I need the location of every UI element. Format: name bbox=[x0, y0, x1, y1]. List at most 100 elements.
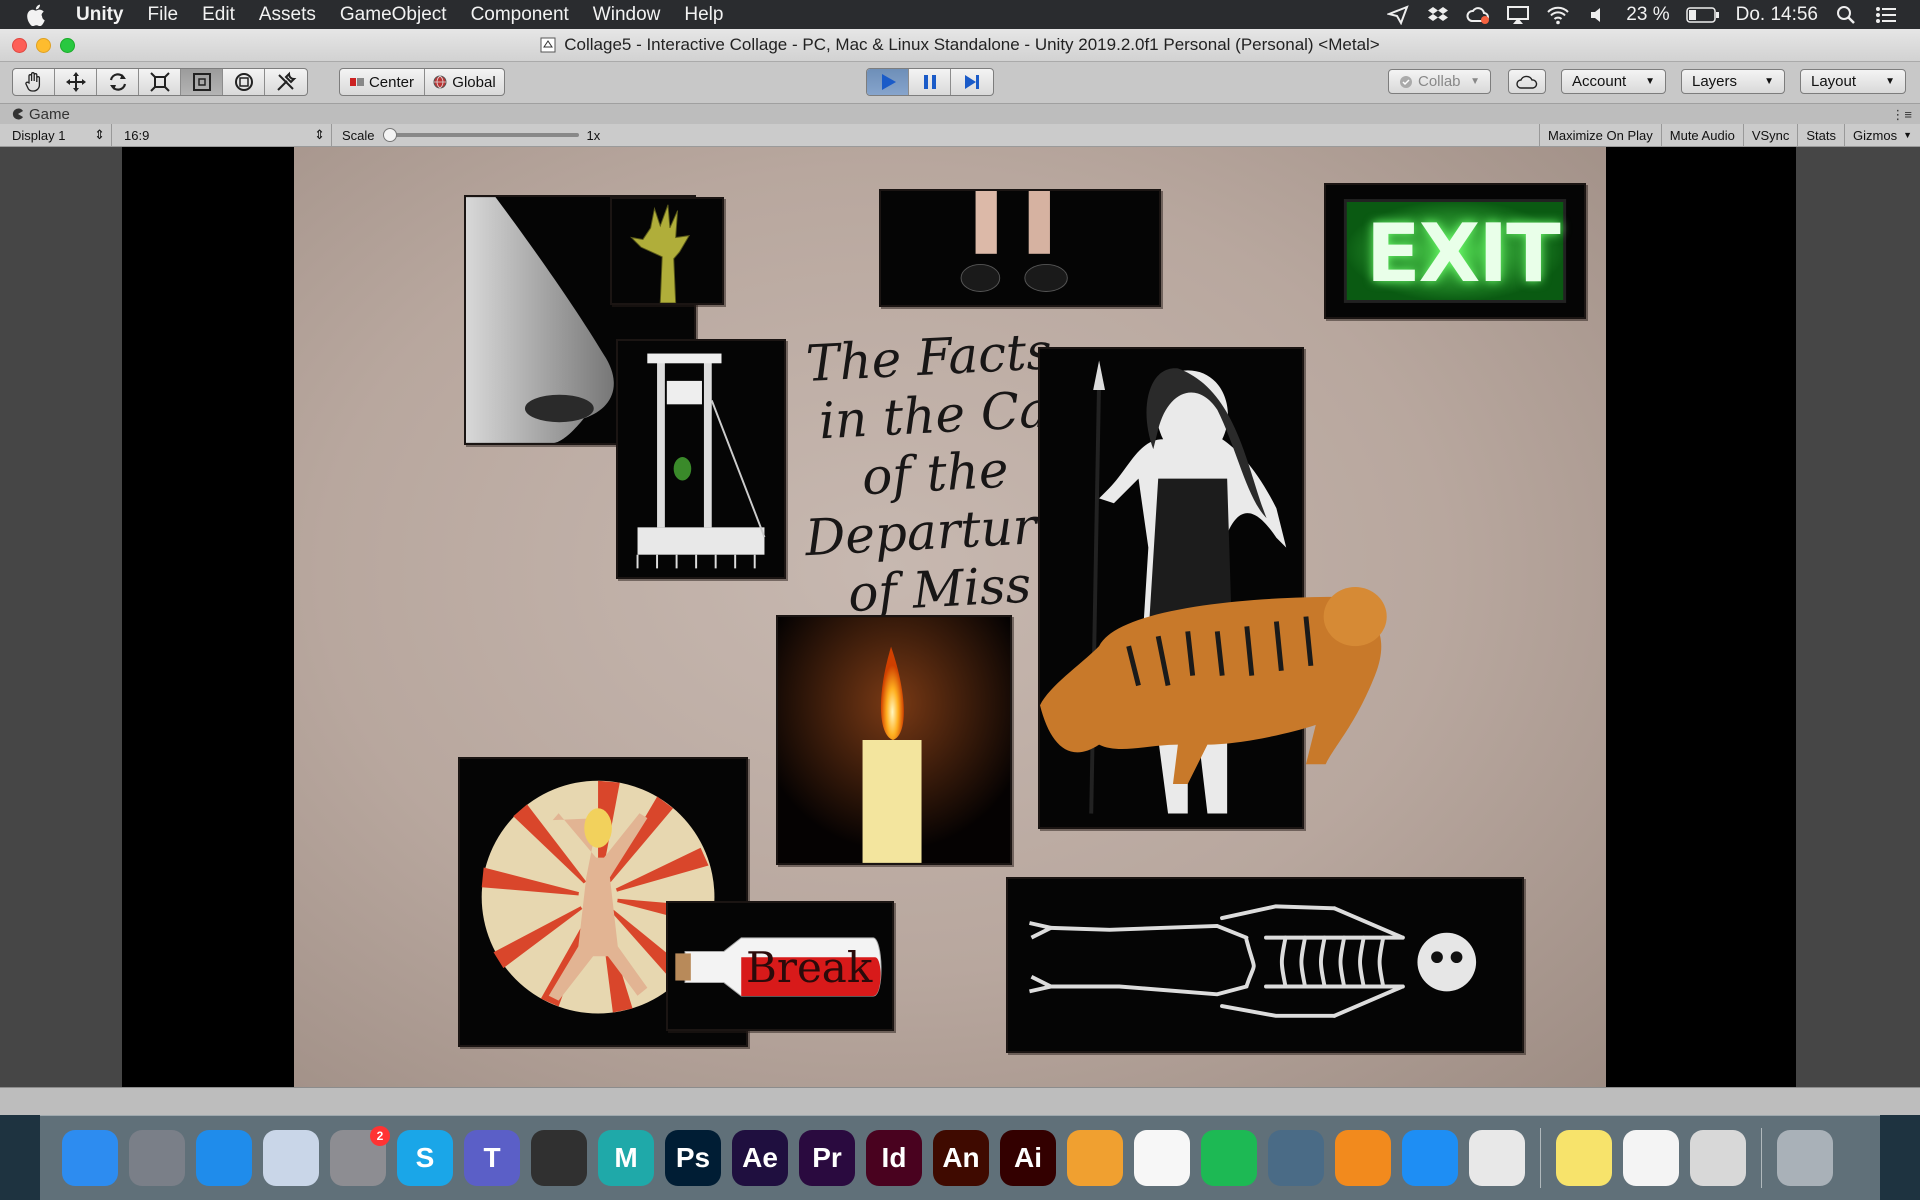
close-window-button[interactable] bbox=[12, 38, 27, 53]
scale-slider[interactable] bbox=[382, 128, 579, 142]
minimize-window-button[interactable] bbox=[36, 38, 51, 53]
notification-center-icon[interactable] bbox=[1874, 5, 1898, 25]
wifi-icon[interactable] bbox=[1546, 5, 1570, 25]
dock-app-indesign[interactable]: Id bbox=[866, 1130, 922, 1186]
clock[interactable]: Do. 14:56 bbox=[1736, 4, 1818, 26]
dock-app-animate[interactable]: An bbox=[933, 1130, 989, 1186]
dock-app-mail[interactable] bbox=[263, 1130, 319, 1186]
skeleton-panel[interactable] bbox=[1006, 877, 1524, 1053]
menu-file[interactable]: File bbox=[136, 4, 191, 26]
dock-app-skype[interactable]: S bbox=[397, 1130, 453, 1186]
pivot-mode-toggle[interactable]: Center bbox=[340, 69, 425, 95]
legs-panel[interactable] bbox=[879, 189, 1161, 307]
step-icon bbox=[965, 75, 979, 89]
menu-gameobject[interactable]: GameObject bbox=[328, 4, 459, 26]
dock-app-system-preferences[interactable]: 2 bbox=[330, 1126, 390, 1186]
dock-app-pages[interactable] bbox=[1067, 1130, 1123, 1186]
gizmos-label: Gizmos bbox=[1853, 127, 1898, 143]
custom-tool-button[interactable] bbox=[265, 69, 307, 95]
bottle-panel[interactable]: Break bbox=[666, 901, 894, 1031]
dock-app-spotify[interactable] bbox=[1201, 1130, 1257, 1186]
dock-app-trash[interactable] bbox=[1777, 1130, 1833, 1186]
battery-icon[interactable] bbox=[1685, 5, 1720, 25]
send-icon[interactable] bbox=[1386, 4, 1410, 25]
mute-audio-toggle[interactable]: Mute Audio bbox=[1660, 124, 1743, 146]
hand-icon bbox=[24, 72, 40, 92]
menu-bar: Unity File Edit Assets GameObject Compon… bbox=[0, 0, 1920, 29]
volume-icon[interactable] bbox=[1586, 5, 1610, 25]
pivot-space-toggle[interactable]: Global bbox=[425, 69, 504, 95]
collage-canvas[interactable]: EXIT The Facts in the Case of the Depart… bbox=[294, 147, 1606, 1087]
woman-tiger-panel[interactable] bbox=[1038, 347, 1387, 829]
dock-app-after-effects[interactable]: Ae bbox=[732, 1130, 788, 1186]
tab-menu-icon[interactable]: ⋮≡ bbox=[1891, 107, 1912, 123]
dock-app-unity-hub[interactable] bbox=[531, 1130, 587, 1186]
dock-app-books[interactable] bbox=[1335, 1130, 1391, 1186]
move-tool-button[interactable] bbox=[55, 69, 97, 95]
dock-app-unity[interactable] bbox=[1623, 1130, 1679, 1186]
menu-window[interactable]: Window bbox=[581, 4, 673, 26]
dock-app-stickies[interactable] bbox=[1556, 1130, 1612, 1186]
dock-app-pen-tool[interactable] bbox=[1690, 1130, 1746, 1186]
dock-app-photoshop[interactable]: Ps bbox=[665, 1130, 721, 1186]
scale-tool-button[interactable] bbox=[139, 69, 181, 95]
dock-separator bbox=[1540, 1128, 1541, 1188]
display-dropdown[interactable]: Display 1 ⇕ bbox=[0, 124, 112, 146]
scale-slider-knob[interactable] bbox=[382, 128, 397, 142]
transform-tool-button[interactable] bbox=[223, 69, 265, 95]
pivot-toggles: Center Global bbox=[339, 68, 505, 96]
dock-app-launchpad[interactable] bbox=[129, 1130, 185, 1186]
spotlight-icon[interactable] bbox=[1834, 5, 1858, 25]
zombie-hand-panel[interactable] bbox=[610, 197, 724, 305]
pivot-center-icon bbox=[349, 78, 364, 86]
maximize-on-play-toggle[interactable]: Maximize On Play bbox=[1539, 124, 1661, 146]
vsync-toggle[interactable]: VSync bbox=[1742, 124, 1798, 146]
notification-badge: 2 bbox=[370, 1126, 390, 1146]
dock-app-teams[interactable]: T bbox=[464, 1130, 520, 1186]
pause-button[interactable] bbox=[909, 69, 951, 95]
dock-app-illustrator[interactable]: Ai bbox=[1000, 1130, 1056, 1186]
aspect-dropdown[interactable]: 16:9 ⇕ bbox=[112, 124, 332, 146]
rect-tool-button[interactable] bbox=[181, 69, 223, 95]
candle-panel[interactable] bbox=[776, 615, 1012, 865]
layers-dropdown[interactable]: Layers ▼ bbox=[1681, 69, 1785, 94]
step-button[interactable] bbox=[951, 69, 993, 95]
apple-icon[interactable] bbox=[24, 4, 50, 26]
layout-dropdown[interactable]: Layout ▼ bbox=[1800, 69, 1906, 94]
move-arrows-icon bbox=[65, 72, 86, 92]
dropbox-icon[interactable] bbox=[1426, 5, 1450, 25]
gizmos-dropdown[interactable]: Gizmos ▼ bbox=[1844, 124, 1920, 146]
guillotine-panel[interactable] bbox=[616, 339, 786, 579]
account-dropdown[interactable]: Account ▼ bbox=[1561, 69, 1666, 94]
dock-app-tiles[interactable] bbox=[1268, 1130, 1324, 1186]
woman-tiger-image bbox=[1040, 360, 1387, 814]
exit-sign-panel[interactable]: EXIT bbox=[1324, 183, 1586, 319]
menu-edit[interactable]: Edit bbox=[190, 4, 247, 26]
hand-tool-button[interactable] bbox=[13, 69, 55, 95]
cloud-button[interactable] bbox=[1508, 69, 1546, 94]
menu-app-unity[interactable]: Unity bbox=[64, 4, 136, 26]
dock-app-finder[interactable] bbox=[62, 1130, 118, 1186]
stats-toggle[interactable]: Stats bbox=[1797, 124, 1844, 146]
airplay-icon[interactable] bbox=[1506, 5, 1530, 25]
dock-app-app-store[interactable] bbox=[1402, 1130, 1458, 1186]
play-button[interactable] bbox=[867, 69, 909, 95]
transform-icon bbox=[234, 73, 253, 91]
dock-app-chrome[interactable] bbox=[1469, 1130, 1525, 1186]
rotate-icon bbox=[109, 73, 126, 91]
dock-app-safari[interactable] bbox=[196, 1130, 252, 1186]
game-view-controls: Display 1 ⇕ 16:9 ⇕ Scale 1x Maximize On Pl… bbox=[0, 124, 1920, 147]
screen: Unity File Edit Assets GameObject Compon… bbox=[0, 0, 1920, 1200]
menu-help[interactable]: Help bbox=[672, 4, 735, 26]
zoom-window-button[interactable] bbox=[60, 38, 75, 53]
tab-game[interactable]: Game bbox=[0, 106, 70, 123]
collab-dropdown[interactable]: Collab ▼ bbox=[1388, 69, 1491, 94]
dock-app-maya[interactable]: M bbox=[598, 1130, 654, 1186]
rotate-tool-button[interactable] bbox=[97, 69, 139, 95]
dock-app-premiere[interactable]: Pr bbox=[799, 1130, 855, 1186]
menu-assets[interactable]: Assets bbox=[247, 4, 328, 26]
game-view[interactable]: EXIT The Facts in the Case of the Depart… bbox=[0, 147, 1920, 1087]
creative-cloud-icon[interactable] bbox=[1466, 5, 1490, 25]
dock-app-photos[interactable] bbox=[1134, 1130, 1190, 1186]
menu-component[interactable]: Component bbox=[459, 4, 581, 26]
